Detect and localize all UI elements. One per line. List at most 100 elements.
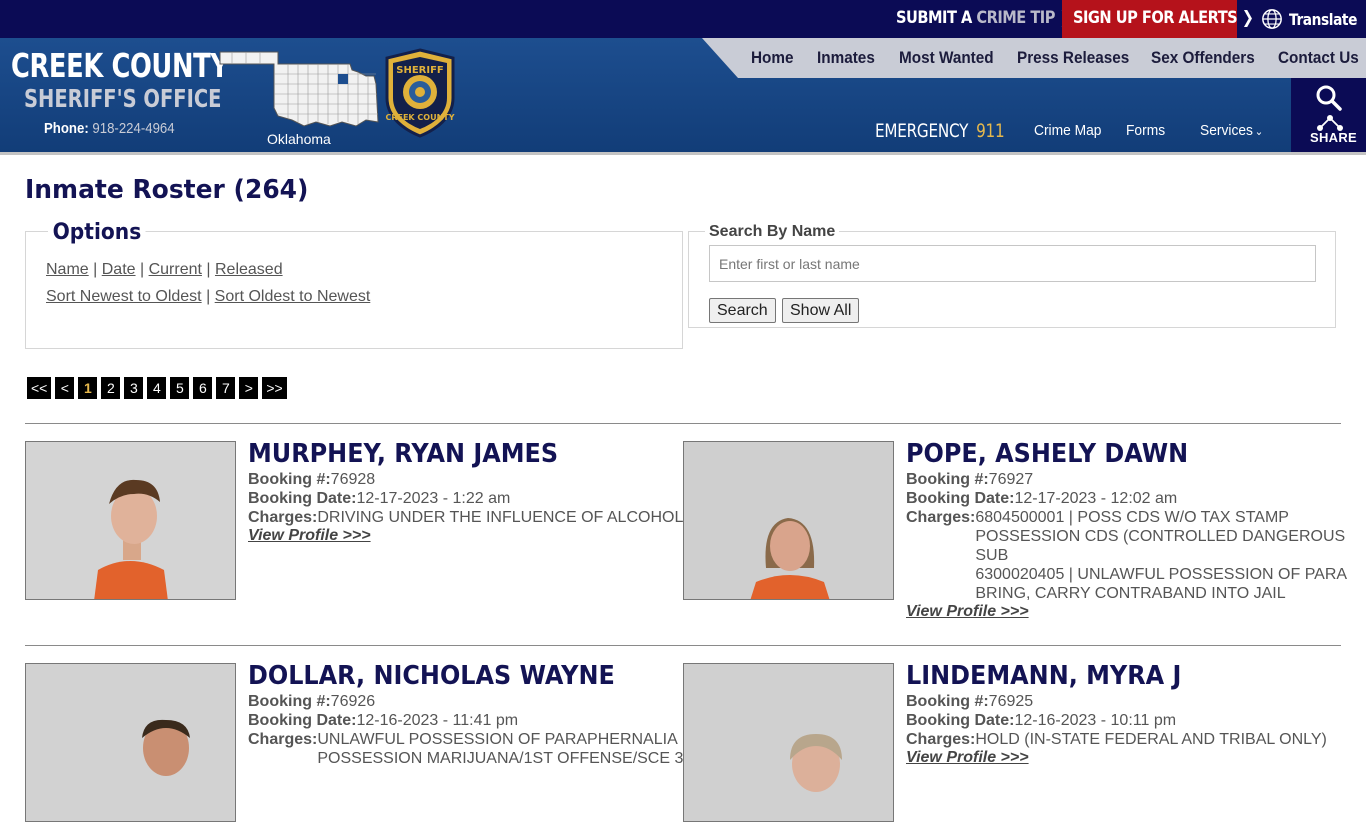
header-divider (0, 152, 1366, 155)
sort-order-row: Sort Newest to Oldest | Sort Oldest to N… (46, 288, 371, 305)
emergency-label: EMERGENCY (875, 120, 969, 142)
share-label[interactable]: SHARE (1310, 130, 1357, 145)
view-profile-link[interactable]: View Profile >>> (906, 603, 1029, 621)
services-label: Services (1200, 122, 1253, 139)
view-profile-link[interactable]: View Profile >>> (248, 527, 371, 545)
charges-list: DRIVING UNDER THE INFLUENCE OF ALCOHOL O (317, 508, 699, 527)
charge-item: SUB (975, 547, 1009, 564)
booking-date-label: Booking Date: (906, 712, 1015, 729)
booking-number-label: Booking #: (248, 471, 331, 488)
booking-number-value: 76926 (330, 693, 376, 710)
sort-released-link[interactable]: Released (215, 261, 283, 278)
inmate-photo[interactable] (683, 663, 894, 822)
sort-newest-link[interactable]: Sort Newest to Oldest (46, 288, 202, 305)
nav-forms[interactable]: Forms (1126, 122, 1165, 139)
nav-crime-map[interactable]: Crime Map (1034, 122, 1101, 139)
booking-date-label: Booking Date: (248, 490, 357, 507)
search-legend: Search By Name (705, 223, 840, 241)
inmate-name[interactable]: DOLLAR, NICHOLAS WAYNE (248, 661, 615, 691)
nav-home[interactable]: Home (751, 48, 794, 68)
sort-current-link[interactable]: Current (149, 261, 202, 278)
charge-item: 6804500001 | POSS CDS W/O TAX STAMP (975, 509, 1289, 526)
mugshot-image (684, 442, 893, 599)
state-label: Oklahoma (267, 131, 331, 147)
nav-sex-offenders[interactable]: Sex Offenders (1151, 48, 1255, 68)
booking-date-label: Booking Date: (906, 490, 1015, 507)
divider (25, 423, 1341, 424)
sign-up-alerts-button[interactable]: SIGN UP FOR ALERTS ❯ (1062, 0, 1254, 38)
nav-services[interactable]: Services ⌄ (1200, 122, 1263, 139)
booking-date-value: 12-16-2023 - 11:41 pm (356, 712, 519, 729)
charge-item: HOLD (IN-STATE FEDERAL AND TRIBAL ONLY) (975, 731, 1327, 748)
mugshot-image (26, 664, 235, 821)
booking-date: Booking Date:12-17-2023 - 1:22 am (248, 489, 510, 508)
tip-label-b: CRIME TIP (976, 8, 1055, 28)
nav-contact-us[interactable]: Contact Us (1278, 48, 1359, 68)
nav-inmates[interactable]: Inmates (817, 48, 875, 68)
page-7[interactable]: 7 (216, 377, 236, 399)
page-first[interactable]: << (27, 377, 52, 399)
charges-list: UNLAWFUL POSSESSION OF PARAPHERNALIA POS… (317, 730, 696, 768)
view-profile-link[interactable]: View Profile >>> (906, 749, 1029, 767)
top-bar: SUBMIT A CRIME TIP ❯ SIGN UP FOR ALERTS … (0, 0, 1366, 38)
page-5[interactable]: 5 (170, 377, 190, 399)
globe-icon (1262, 9, 1282, 29)
charges-list: HOLD (IN-STATE FEDERAL AND TRIBAL ONLY) (975, 730, 1326, 749)
page-title: Inmate Roster (264) (25, 175, 309, 205)
booking-number-value: 76928 (330, 471, 376, 488)
charge-item: DRIVING UNDER THE INFLUENCE OF ALCOHOL O (317, 509, 700, 526)
search-icon[interactable] (1315, 84, 1343, 112)
charges-label: Charges: (248, 509, 318, 526)
site-header: CREEK COUNTY SHERIFF'S OFFICE Phone: 918… (0, 38, 1366, 152)
name-search-input[interactable] (709, 245, 1316, 282)
inmate-name[interactable]: LINDEMANN, MYRA J (906, 661, 1181, 691)
inmate-photo[interactable] (25, 663, 236, 822)
alerts-label: SIGN UP FOR ALERTS (1073, 8, 1238, 28)
booking-number-label: Booking #: (906, 693, 989, 710)
brand-title[interactable]: CREEK COUNTY (11, 46, 229, 85)
nav-press-releases[interactable]: Press Releases (1017, 48, 1129, 68)
page-2[interactable]: 2 (101, 377, 121, 399)
submit-crime-tip-link[interactable]: SUBMIT A CRIME TIP ❯ (896, 8, 1072, 28)
translate-button[interactable]: Translate (1261, 8, 1366, 30)
search-share-panel: SHARE (1291, 78, 1366, 152)
search-panel: Search By Name Search Show All (688, 223, 1336, 328)
booking-number: Booking #:76927 (906, 470, 1033, 489)
page-4[interactable]: 4 (147, 377, 167, 399)
page-prev[interactable]: < (55, 377, 75, 399)
page-6[interactable]: 6 (193, 377, 213, 399)
nav-most-wanted[interactable]: Most Wanted (899, 48, 994, 68)
booking-number-label: Booking #: (906, 471, 989, 488)
show-all-button[interactable]: Show All (782, 298, 860, 323)
inmate-name[interactable]: POPE, ASHELY DAWN (906, 439, 1188, 469)
page-1[interactable]: 1 (78, 377, 98, 399)
booking-number: Booking #:76925 (906, 692, 1033, 711)
page-last[interactable]: >> (262, 377, 287, 399)
page-next[interactable]: > (239, 377, 259, 399)
phone-number[interactable]: 918-224-4964 (92, 120, 174, 137)
translate-label: Translate (1289, 9, 1357, 29)
charges-label: Charges: (906, 509, 976, 526)
inmate-name[interactable]: MURPHEY, RYAN JAMES (248, 439, 558, 469)
search-button[interactable]: Search (709, 298, 776, 323)
charges-label: Charges: (248, 731, 318, 748)
booking-date: Booking Date:12-17-2023 - 12:02 am (906, 489, 1177, 508)
booking-date-value: 12-17-2023 - 12:02 am (1014, 490, 1178, 507)
charges: Charges: DRIVING UNDER THE INFLUENCE OF … (248, 508, 700, 527)
booking-number: Booking #:76926 (248, 692, 375, 711)
inmate-photo[interactable] (683, 441, 894, 600)
booking-number: Booking #:76928 (248, 470, 375, 489)
divider (25, 645, 1341, 646)
sort-name-link[interactable]: Name (46, 261, 89, 278)
charge-item: BRING, CARRY CONTRABAND INTO JAIL (975, 585, 1286, 602)
inmate-photo[interactable] (25, 441, 236, 600)
emergency-number[interactable]: 911 (976, 120, 1005, 142)
pagination: << < 1 2 3 4 5 6 7 > >> (27, 377, 287, 399)
options-panel: Options Name | Date | Current | Released… (25, 220, 683, 349)
brand-subtitle[interactable]: SHERIFF'S OFFICE (24, 84, 222, 113)
charge-item: 6300020405 | UNLAWFUL POSSESSION OF PARA (975, 566, 1348, 583)
page-3[interactable]: 3 (124, 377, 144, 399)
sort-oldest-link[interactable]: Sort Oldest to Newest (215, 288, 371, 305)
sort-date-link[interactable]: Date (102, 261, 136, 278)
phone-info: Phone: 918-224-4964 (44, 120, 175, 137)
